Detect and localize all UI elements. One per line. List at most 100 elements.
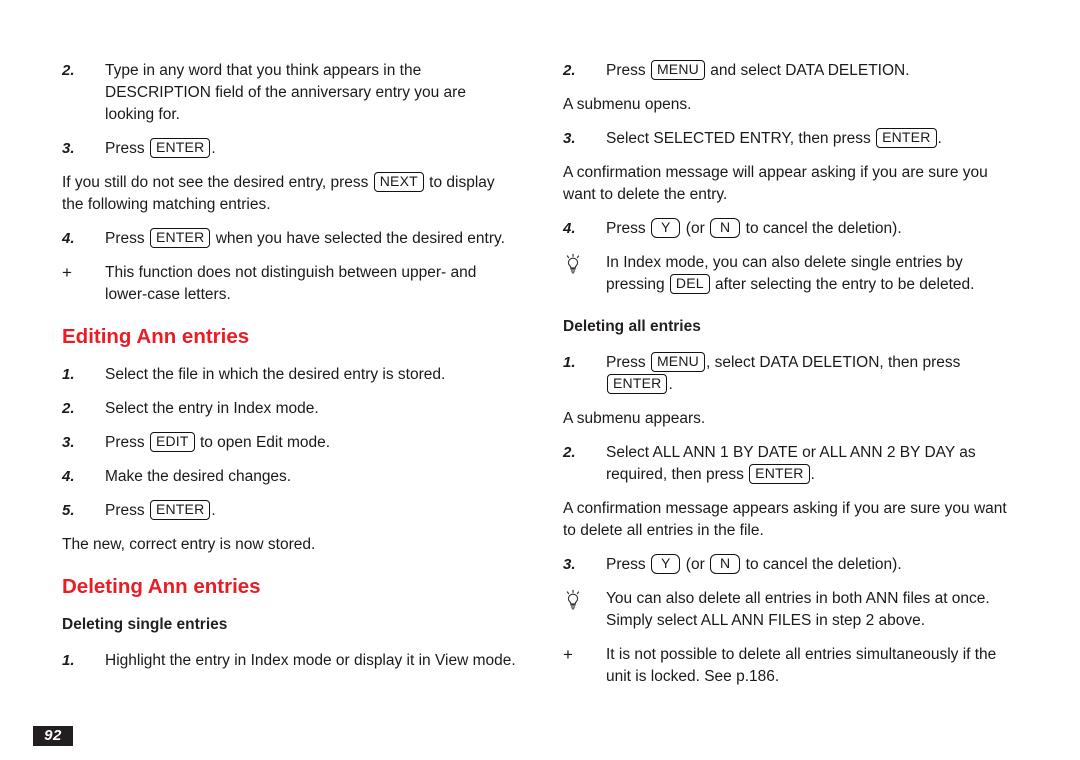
list-item-text: Press Y (or N to cancel the deletion).: [606, 218, 1018, 240]
key-no: N: [710, 218, 741, 238]
section-heading-deleting: Deleting Ann entries: [62, 575, 261, 598]
key-no: N: [710, 554, 741, 574]
list-item-text: Type in any word that you think appears …: [105, 62, 466, 123]
list-item-text: Select the entry in Index mode.: [105, 400, 319, 417]
list-marker: 3.: [62, 434, 75, 451]
key-enter: ENTER: [876, 128, 937, 148]
list-item-text: Select the file in which the desired ent…: [105, 366, 446, 383]
list-marker: 3.: [62, 140, 75, 157]
list-item: 3. Press ENTER.: [62, 138, 517, 160]
tip-marker: [563, 589, 595, 613]
paragraph: A submenu appears.: [563, 410, 706, 427]
list-marker: 1.: [62, 366, 75, 383]
text-fragment: Press: [105, 434, 149, 451]
note-item: + This function does not distinguish bet…: [62, 262, 517, 306]
text-fragment: Select SELECTED ENTRY, then press: [606, 130, 876, 147]
list-item-text: Make the desired changes.: [105, 468, 292, 485]
lightbulb-icon: [566, 253, 580, 274]
tip-item: In Index mode, you can also delete singl…: [563, 252, 1018, 296]
paragraph: The new, correct entry is now stored.: [62, 536, 316, 553]
list-item: 4. Press Y (or N to cancel the deletion)…: [563, 218, 1018, 240]
key-enter: ENTER: [149, 138, 211, 158]
key-next: NEXT: [373, 172, 424, 192]
text-fragment: , select DATA DELETION, then press: [705, 354, 961, 371]
list-marker: 4.: [62, 468, 75, 485]
list-item-text: Press MENU, select DATA DELETION, then p…: [606, 352, 1018, 396]
list-marker: 4.: [62, 230, 75, 247]
list-item-text: Select ALL ANN 1 BY DATE or ALL ANN 2 BY…: [606, 442, 1018, 486]
tip-marker: [563, 253, 595, 277]
text-fragment: .: [668, 376, 673, 393]
list-item: 3. Select SELECTED ENTRY, then press ENT…: [563, 128, 1018, 150]
note-text: This function does not distinguish betwe…: [105, 264, 477, 303]
list-item: 4. Press ENTER when you have selected th…: [62, 228, 517, 250]
list-marker: 4.: [563, 220, 576, 237]
list-item-text: Press ENTER.: [105, 138, 517, 160]
key-menu: MENU: [650, 60, 705, 80]
text-fragment: .: [211, 140, 216, 157]
tip-text: You can also delete all entries in both …: [606, 590, 990, 629]
section-heading-editing: Editing Ann entries: [62, 325, 250, 348]
list-item-text: Press EDIT to open Edit mode.: [105, 432, 517, 454]
list-item: 4. Make the desired changes.: [62, 466, 517, 488]
text-fragment: .: [810, 466, 815, 483]
text-fragment: Press: [606, 354, 650, 371]
list-item: 1. Highlight the entry in Index mode or …: [62, 650, 517, 672]
paragraph: If you still do not see the desired entr…: [62, 172, 517, 216]
list-marker: 5.: [62, 502, 75, 519]
key-enter: ENTER: [149, 228, 211, 248]
text-fragment: to open Edit mode.: [195, 434, 331, 451]
text-fragment: If you still do not see the desired entr…: [62, 174, 373, 191]
plus-marker: +: [563, 645, 573, 664]
list-marker: 2.: [62, 400, 75, 417]
list-item-text: Highlight the entry in Index mode or dis…: [105, 652, 516, 669]
key-del: DEL: [669, 274, 710, 294]
plus-marker: +: [62, 263, 72, 282]
text-fragment: when you have selected the desired entry…: [211, 230, 505, 247]
list-marker: 2.: [563, 62, 576, 79]
key-menu: MENU: [650, 352, 705, 372]
subheading-deleting-single: Deleting single entries: [62, 616, 228, 633]
tip-item: You can also delete all entries in both …: [563, 588, 1018, 632]
subheading-deleting-all: Deleting all entries: [563, 318, 701, 335]
list-item-text: Select SELECTED ENTRY, then press ENTER.: [606, 128, 1018, 150]
text-fragment: and select DATA DELETION.: [705, 62, 910, 79]
list-item: 3. Press Y (or N to cancel the deletion)…: [563, 554, 1018, 576]
text-fragment: (or: [681, 556, 710, 573]
paragraph: A confirmation message appears asking if…: [563, 500, 1007, 539]
list-item-text: Press ENTER.: [105, 500, 517, 522]
list-marker: 1.: [62, 652, 75, 669]
text-fragment: .: [211, 502, 216, 519]
key-enter: ENTER: [749, 464, 810, 484]
list-item: 3. Press EDIT to open Edit mode.: [62, 432, 517, 454]
text-fragment: .: [937, 130, 942, 147]
list-item: 2. Type in any word that you think appea…: [62, 60, 517, 126]
list-item: 2. Select the entry in Index mode.: [62, 398, 517, 420]
text-fragment: to cancel the deletion).: [741, 556, 902, 573]
key-enter: ENTER: [149, 500, 211, 520]
lightbulb-icon: [566, 589, 580, 610]
note-text: It is not possible to delete all entries…: [606, 646, 997, 685]
page-number: 92: [33, 726, 73, 746]
list-item-text: Press Y (or N to cancel the deletion).: [606, 554, 1018, 576]
text-fragment: Press: [606, 556, 650, 573]
text-fragment: Press: [606, 220, 650, 237]
paragraph: A submenu opens.: [563, 96, 692, 113]
text-fragment: Press: [606, 62, 650, 79]
list-item: 5. Press ENTER.: [62, 500, 517, 522]
list-marker: 3.: [563, 556, 576, 573]
text-fragment: (or: [681, 220, 710, 237]
list-item-text: Press MENU and select DATA DELETION.: [606, 60, 1018, 82]
key-edit: EDIT: [149, 432, 195, 452]
list-marker: 3.: [563, 130, 576, 147]
list-marker: 2.: [62, 62, 75, 79]
note-item: + It is not possible to delete all entri…: [563, 644, 1018, 688]
text-fragment: Press: [105, 230, 149, 247]
list-marker: 1.: [563, 354, 576, 371]
right-column: 2. Press MENU and select DATA DELETION. …: [563, 60, 1018, 700]
list-item: 1. Press MENU, select DATA DELETION, the…: [563, 352, 1018, 396]
text-fragment: Press: [105, 140, 149, 157]
manual-page: 2. Type in any word that you think appea…: [0, 0, 1080, 760]
text-fragment: to cancel the deletion).: [741, 220, 902, 237]
